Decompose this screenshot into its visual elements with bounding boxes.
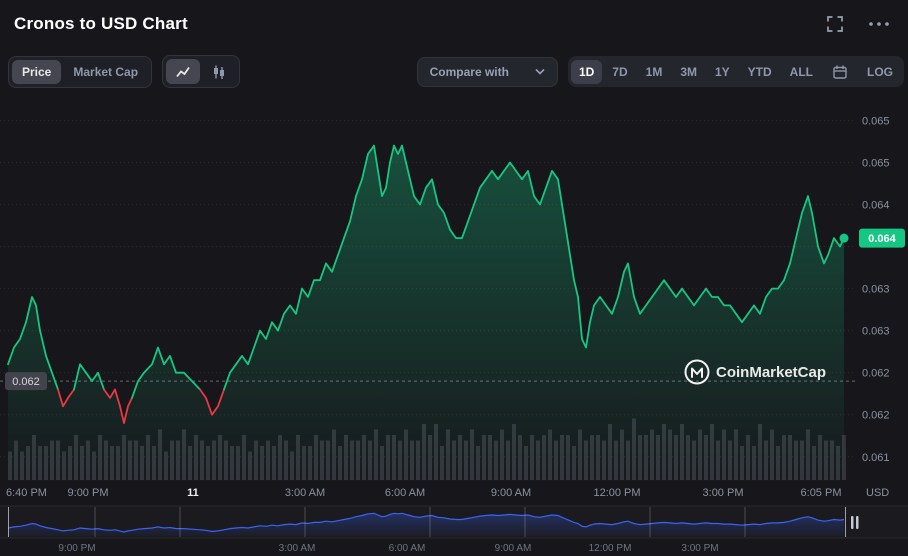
svg-text:6:00 AM: 6:00 AM — [385, 487, 425, 499]
timeframe-1m-button[interactable]: 1M — [638, 60, 671, 84]
price-area-fill — [8, 145, 844, 481]
svg-text:0.064: 0.064 — [862, 200, 890, 212]
svg-text:9:00 AM: 9:00 AM — [495, 543, 532, 554]
timeframe-3m-button[interactable]: 3M — [672, 60, 705, 84]
calendar-icon — [833, 65, 847, 79]
line-chart-type-button[interactable] — [166, 59, 201, 84]
candlestick-icon — [214, 65, 225, 79]
svg-text:0.063: 0.063 — [862, 284, 890, 296]
compare-with-label: Compare with — [429, 64, 509, 79]
price-toggle-button[interactable]: Price — [12, 59, 62, 84]
metric-toggle-group: Price Market Cap — [8, 55, 153, 88]
svg-text:6:40 PM: 6:40 PM — [6, 487, 47, 499]
timeframe-all-button[interactable]: ALL — [782, 60, 821, 84]
svg-text:3:00 AM: 3:00 AM — [285, 487, 325, 499]
fullscreen-icon — [827, 16, 843, 32]
fullscreen-button[interactable] — [822, 11, 848, 37]
svg-text:0.065: 0.065 — [862, 115, 890, 127]
timeframe-group: 1D 7D 1M 3M 1Y YTD ALL LOG — [567, 56, 904, 87]
timeframe-ytd-button[interactable]: YTD — [740, 60, 780, 84]
svg-text:11: 11 — [187, 487, 199, 499]
timeframe-1d-button[interactable]: 1D — [570, 59, 603, 84]
chart-header: Cronos to USD Chart — [0, 0, 908, 48]
current-price-marker: 0.064 — [839, 228, 905, 248]
date-range-picker-button[interactable] — [823, 59, 857, 84]
range-navigator[interactable]: 9:00 PM 3:00 AM 6:00 AM 9:00 AM 12:00 PM 3:00… — [0, 505, 908, 554]
chart-page: 0.062 CoinMarketCap 0.065 0.065 0.064 0.063… — [0, 0, 908, 556]
market-cap-toggle-button[interactable]: Market Cap — [63, 60, 148, 84]
svg-text:0.062: 0.062 — [862, 368, 890, 380]
svg-text:9:00 PM: 9:00 PM — [68, 487, 109, 499]
svg-text:12:00 PM: 12:00 PM — [589, 543, 632, 554]
candlestick-chart-type-button[interactable] — [202, 59, 236, 84]
more-options-button[interactable] — [864, 17, 894, 31]
svg-text:0.064: 0.064 — [868, 233, 896, 245]
svg-text:0.065: 0.065 — [862, 157, 890, 169]
svg-text:3:00 PM: 3:00 PM — [703, 487, 744, 499]
svg-text:0.062: 0.062 — [862, 410, 890, 422]
svg-text:9:00 PM: 9:00 PM — [58, 543, 95, 554]
chevron-down-icon — [535, 68, 545, 75]
timeframe-1y-button[interactable]: 1Y — [707, 60, 738, 84]
timeframe-7d-button[interactable]: 7D — [604, 60, 635, 84]
svg-text:6:05 PM: 6:05 PM — [801, 487, 842, 499]
page-title: Cronos to USD Chart — [14, 14, 188, 33]
watermark-text: CoinMarketCap — [716, 364, 826, 381]
svg-text:12:00 PM: 12:00 PM — [593, 487, 640, 499]
chart-type-toggle-group — [162, 55, 241, 88]
line-chart-icon — [176, 66, 190, 77]
svg-text:6:00 AM: 6:00 AM — [389, 543, 426, 554]
svg-text:9:00 AM: 9:00 AM — [491, 487, 531, 499]
svg-text:0.063: 0.063 — [862, 326, 890, 338]
compare-with-button[interactable]: Compare with — [416, 56, 558, 87]
svg-text:0.061: 0.061 — [862, 452, 890, 464]
more-options-icon — [869, 22, 889, 26]
log-scale-button[interactable]: LOG — [859, 60, 901, 84]
chart-toolbar: Price Market Cap Compare with 1D 7D 1M 3… — [0, 55, 908, 88]
svg-text:USD: USD — [866, 487, 889, 499]
svg-text:0.062: 0.062 — [12, 376, 40, 388]
svg-text:3:00 AM: 3:00 AM — [279, 543, 316, 554]
svg-text:3:00 PM: 3:00 PM — [681, 543, 718, 554]
